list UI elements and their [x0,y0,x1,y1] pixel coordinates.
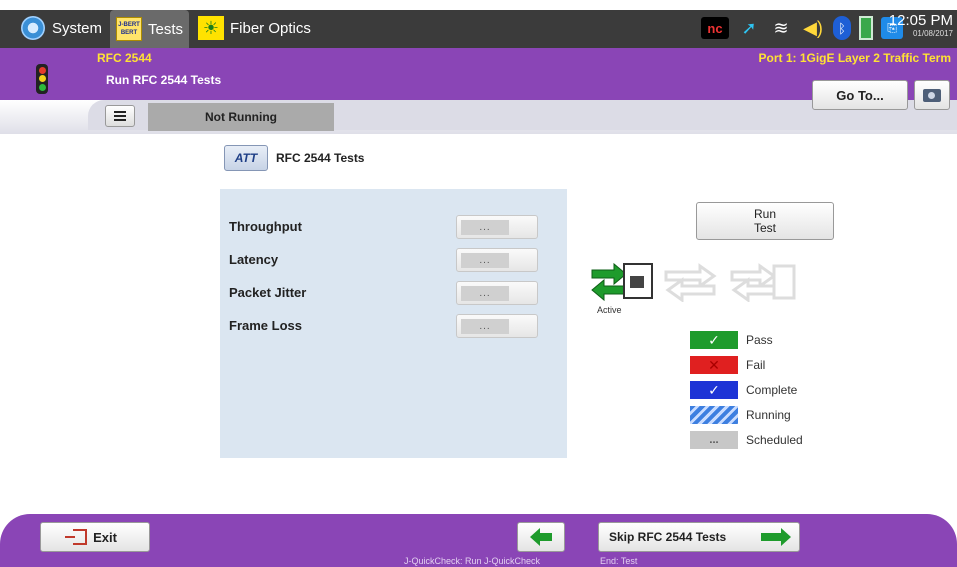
legend-item-fail: ✕ Fail [690,356,765,374]
run-state-label: Not Running [148,103,334,131]
tab-system[interactable]: System [20,10,102,46]
scheduled-icon: ... [690,431,738,449]
legend-item-scheduled: ... Scheduled [690,431,803,449]
back-button[interactable] [517,522,565,552]
test-label-latency: Latency [229,252,279,267]
tab-tests-label: Tests [148,20,184,38]
active-step-icon [591,262,653,302]
traffic-light-icon[interactable] [36,64,48,94]
gear-icon [20,16,46,40]
active-label: Active [597,305,622,315]
test-label-packet-jitter: Packet Jitter [229,285,307,300]
left-arrow-icon [530,528,552,546]
test-status-packet-jitter[interactable]: ... [456,281,538,305]
speaker-icon[interactable]: ◀) [801,16,825,40]
network-icon[interactable]: ➚ [737,16,761,40]
clock-time: 12:05 PM [888,12,953,29]
test-label-throughput: Throughput [229,219,302,234]
clock: 12:05 PM 01/08/2017 [889,12,953,38]
section-title: RFC 2544 Tests [276,151,365,165]
legend-item-running: Running [690,406,791,424]
right-arrow-icon [761,528,791,546]
tab-fiber-optics-label: Fiber Optics [230,19,311,37]
wifi-icon[interactable]: ≋ [769,16,793,40]
test-flow-diagram [591,262,796,302]
run-test-button[interactable]: Run Test [696,202,834,240]
status-icons: nc ➚ ≋ ◀) ᛒ ⎘ [701,13,903,43]
bluetooth-icon[interactable]: ᛒ [833,16,851,40]
list-icon [114,111,126,121]
legend-item-pass: ✓ Pass [690,331,773,349]
fail-icon: ✕ [690,356,738,374]
test-status-throughput[interactable]: ... [456,215,538,239]
hint-right: End: Test [600,556,638,566]
nc-icon[interactable]: nc [701,17,729,39]
clock-date: 01/08/2017 [912,29,953,38]
pass-icon: ✓ [690,331,738,349]
test-status-frame-loss[interactable]: ... [456,314,538,338]
complete-icon: ✓ [690,381,738,399]
exit-button[interactable]: Exit [40,522,150,552]
exit-icon [65,529,88,545]
menu-button[interactable] [105,105,135,127]
tab-fiber-optics[interactable]: ☀ Fiber Optics [198,10,311,46]
tab-tests[interactable]: J-BERT BERT Tests [110,10,190,48]
camera-icon [923,88,941,102]
tab-system-label: System [52,19,103,37]
top-tab-bar: System J-BERT BERT Tests ☀ Fiber Optics n… [0,0,957,52]
legend-item-complete: ✓ Complete [690,381,797,399]
page-title: Run RFC 2544 Tests [106,73,222,87]
running-icon [690,406,738,424]
test-label-frame-loss: Frame Loss [229,318,302,333]
screenshot-button[interactable] [914,80,950,110]
test-status-latency[interactable]: ... [456,248,538,272]
rfc-tests-icon: ATT [224,145,268,171]
skip-tests-button[interactable]: Skip RFC 2544 Tests [598,522,800,552]
pending-step-icon [664,263,717,302]
bert-icon: J-BERT BERT [116,17,142,41]
hint-left: J-QuickCheck: Run J-QuickCheck [404,556,541,566]
test-mode-label: RFC 2544 [97,51,152,65]
port-label: Port 1: 1GigE Layer 2 Traffic Term [758,51,951,65]
goto-button[interactable]: Go To... [812,80,908,110]
pending-step-icon-2 [730,263,796,302]
battery-icon [859,16,873,40]
fiber-optics-icon: ☀ [198,16,224,40]
